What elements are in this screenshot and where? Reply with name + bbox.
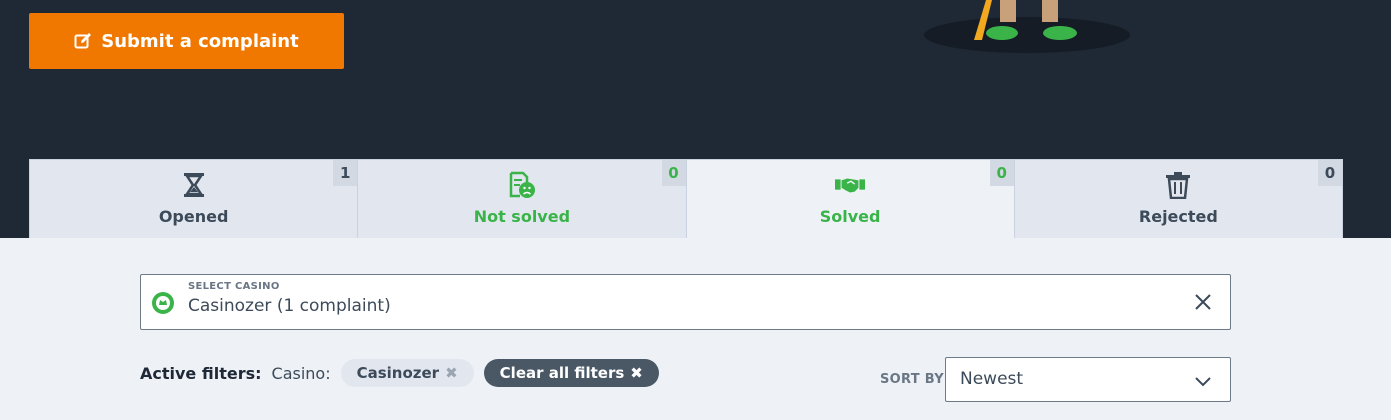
mascot-illustration [924,0,1130,53]
casino-select-value: Casinozer (1 complaint) [188,296,391,316]
remove-filter-icon[interactable]: ✖ [445,364,458,382]
tab-solved-label: Solved [819,207,881,226]
tab-opened-count: 1 [333,160,358,186]
tab-not-solved-count: 0 [661,160,686,186]
tab-solved[interactable]: Solved 0 [686,159,1015,238]
tab-rejected[interactable]: Rejected 0 [1014,159,1343,238]
active-filters: Active filters: Casino: Casinozer ✖ Clea… [140,359,659,387]
active-filters-label: Active filters: [140,363,262,383]
sort-select-value: Newest [960,369,1024,389]
casino-select-label: SELECT CASINO [188,281,280,292]
trash-icon [1166,172,1191,199]
tab-solved-count: 0 [989,160,1014,186]
hero-banner: Submit a complaint Opened 1 Not solved 0… [0,0,1391,238]
submit-complaint-button[interactable]: Submit a complaint [29,13,344,69]
hourglass-icon [183,173,204,197]
handshake-icon [835,178,866,193]
submit-complaint-label: Submit a complaint [101,30,299,52]
tab-rejected-count: 0 [1318,160,1342,186]
filter-chip-casino[interactable]: Casinozer ✖ [340,359,474,387]
casino-chip-icon [152,292,174,314]
chevron-down-icon [1195,377,1211,387]
tab-opened-label: Opened [158,207,229,226]
tab-rejected-label: Rejected [1138,207,1218,226]
tab-opened[interactable]: Opened 1 [29,159,359,238]
tab-not-solved[interactable]: Not solved 0 [358,159,687,238]
close-icon[interactable] [1192,291,1214,313]
clear-all-icon: ✖ [630,364,643,382]
sort-by-label: SORT BY [880,372,944,387]
sort-select[interactable]: Newest [945,357,1231,402]
complaint-status-tabs: Opened 1 Not solved 0 Solved 0 Rejected … [29,159,1343,238]
sad-document-icon [509,171,535,198]
edit-icon [74,33,92,49]
clear-all-filters-label: Clear all filters [499,364,625,382]
casino-select[interactable]: SELECT CASINO Casinozer (1 complaint) [140,274,1231,330]
tab-not-solved-label: Not solved [473,207,571,226]
filter-chip-casino-label: Casinozer [356,364,440,382]
filter-casino-label: Casino: [271,363,331,383]
clear-all-filters-button[interactable]: Clear all filters ✖ [483,359,659,387]
